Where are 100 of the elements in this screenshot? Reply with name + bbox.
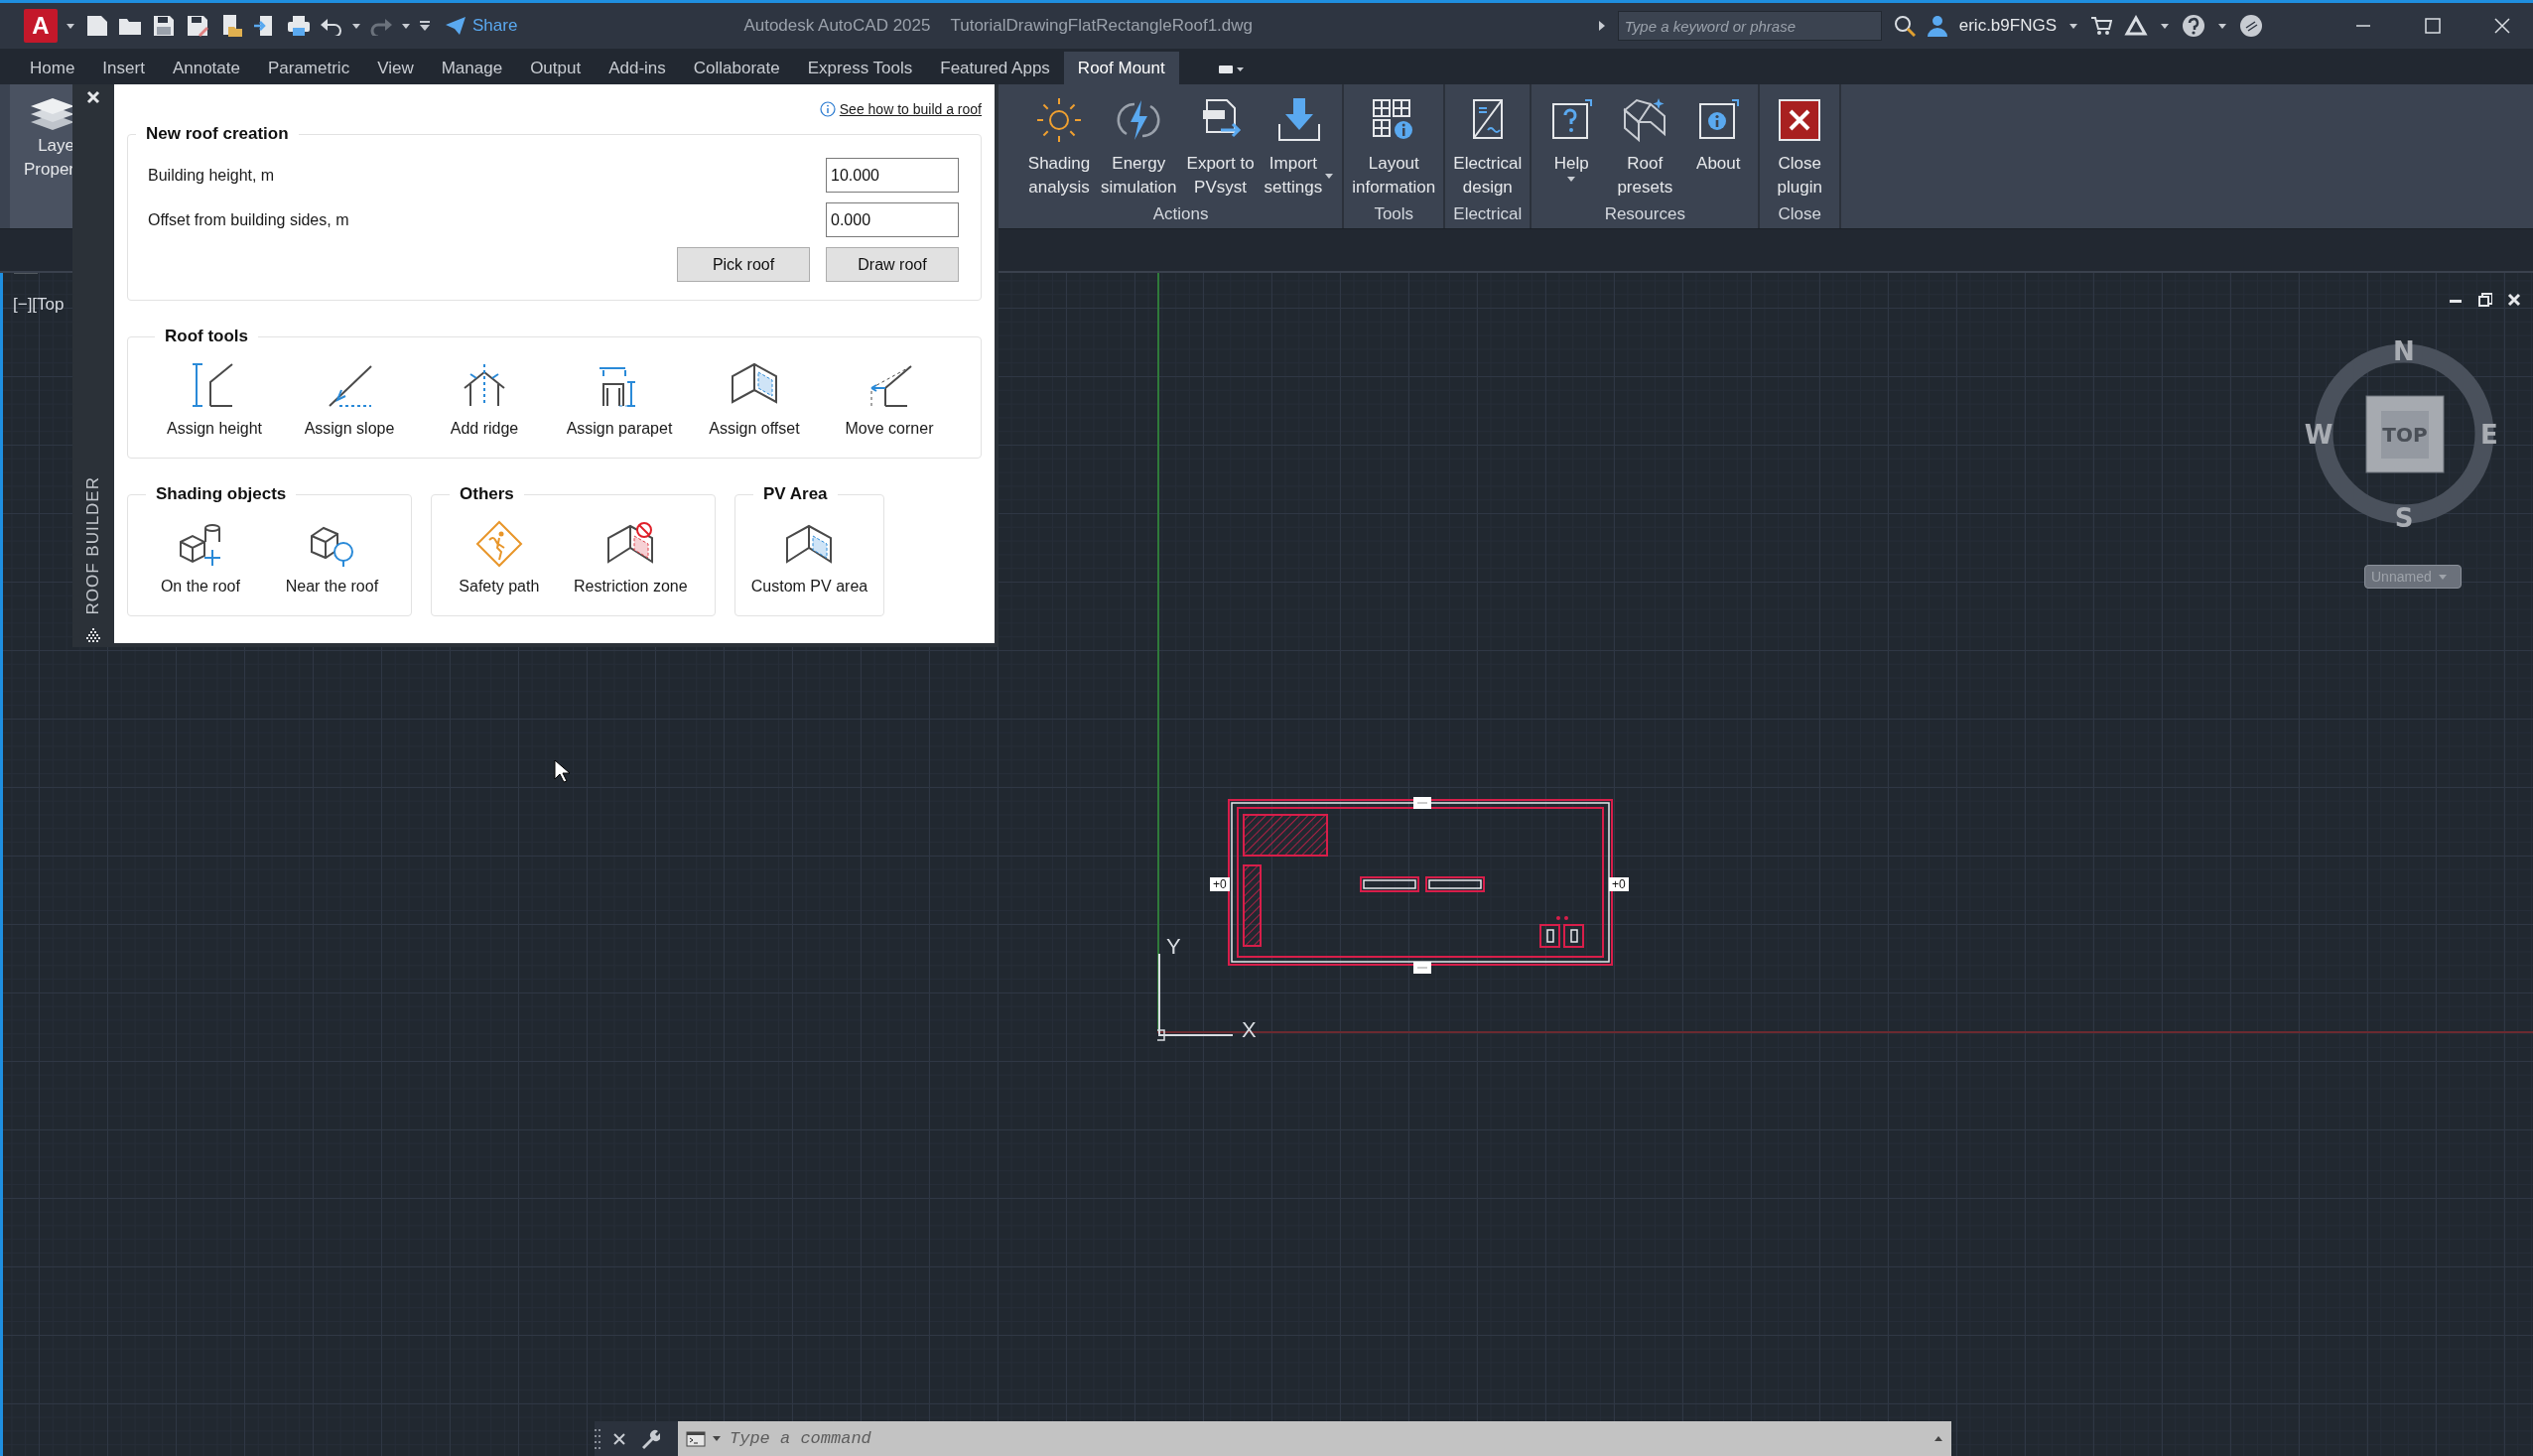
section-title: Roof tools	[164, 327, 250, 346]
terminal-icon	[686, 1430, 706, 1447]
panel-title: Resources	[1604, 204, 1685, 225]
grip-icon[interactable]	[1413, 962, 1431, 974]
ribbon-tab[interactable]: Annotate	[158, 52, 254, 84]
workspace-toggle-icon[interactable]	[1218, 65, 1245, 74]
ribbon-tab[interactable]: Home	[16, 52, 89, 84]
tool-button[interactable]: Move corner	[822, 362, 957, 438]
customize-caret-icon[interactable]	[419, 20, 431, 32]
panel-title: Close	[1778, 204, 1821, 225]
axis-label: X	[1242, 1017, 1257, 1043]
ribbon-tab[interactable]: Add-ins	[595, 52, 680, 84]
grip-icon[interactable]	[1413, 797, 1431, 809]
tool-button[interactable]: Assign parapet	[552, 362, 687, 438]
section-title: PV Area	[762, 484, 829, 504]
input-field[interactable]: 0.000	[826, 202, 959, 237]
ribbon-tab[interactable]: Featured Apps	[926, 52, 1064, 84]
palette-title: ROOF BUILDER	[83, 476, 103, 615]
help-link[interactable]: See how to build a roof	[839, 101, 982, 117]
user-icon[interactable]	[1927, 15, 1947, 37]
caret-icon	[712, 1435, 722, 1442]
printer-icon[interactable]	[286, 13, 312, 39]
panel-title: Electrical	[1453, 204, 1523, 225]
caret-icon[interactable]	[1324, 172, 1335, 180]
ribbon-button[interactable]: Export to PVsyst	[1182, 88, 1259, 204]
viewport-controls[interactable]: [−][Top	[13, 295, 65, 315]
expand-arrow-icon[interactable]	[1597, 20, 1606, 32]
panel-title: Actions	[1152, 204, 1209, 225]
ribbon-button[interactable]: Help	[1535, 88, 1608, 204]
compass-direction[interactable]: N	[2393, 336, 2415, 366]
grip-handle-icon[interactable]	[595, 1427, 600, 1450]
dots-pattern-icon[interactable]	[85, 627, 101, 643]
tool-button[interactable]: On the roof	[160, 520, 240, 596]
command-line-field[interactable]: Type a command	[678, 1421, 1951, 1456]
ribbon-button[interactable]: About	[1682, 88, 1755, 204]
caret-icon[interactable]	[66, 22, 75, 30]
ribbon-tab[interactable]: Insert	[88, 52, 159, 84]
layer-properties-button[interactable]: Laye Proper	[10, 84, 74, 228]
mouse-pointer-icon	[554, 759, 570, 783]
share-button[interactable]: Share	[445, 16, 518, 36]
close-icon[interactable]	[612, 1431, 626, 1446]
wrench-icon[interactable]	[640, 1428, 660, 1449]
caret-icon[interactable]	[2160, 22, 2170, 30]
ribbon-button[interactable]: Roof presets	[1609, 88, 1681, 204]
file-name: TutorialDrawingFlatRectangleRoof1.dwg	[950, 16, 1254, 36]
field-label: Building height, m	[148, 166, 276, 185]
redo-arrow-icon[interactable]	[369, 16, 393, 36]
ribbon-tab[interactable]: Express Tools	[793, 52, 927, 84]
paper-plane-icon	[445, 16, 467, 36]
close-icon[interactable]	[2493, 17, 2511, 35]
ribbon-tab[interactable]: Collaborate	[679, 52, 794, 84]
field-label: Offset from building sides, m	[148, 210, 350, 229]
caret-icon[interactable]	[401, 22, 411, 30]
tool-button[interactable]: Near the roof	[285, 520, 379, 596]
caret-up-icon	[1933, 1435, 1943, 1442]
tool-button[interactable]: Assign height	[147, 362, 282, 438]
restore-icon[interactable]	[2478, 293, 2492, 307]
help-icon[interactable]	[2182, 14, 2205, 38]
cart-icon[interactable]	[2090, 16, 2112, 36]
caret-icon[interactable]	[1566, 176, 1577, 183]
tool-button[interactable]: Assign offset	[687, 362, 822, 438]
axis-label: Y	[1166, 934, 1181, 960]
app-menu-button[interactable]: A	[24, 9, 58, 43]
ribbon-button[interactable]: Shading analysis	[1023, 88, 1095, 204]
close-icon[interactable]	[86, 90, 100, 104]
undo-arrow-icon[interactable]	[320, 16, 343, 36]
ribbon-button[interactable]: Import settings	[1260, 88, 1339, 204]
caret-icon[interactable]	[351, 22, 361, 30]
tool-button[interactable]: Add ridge	[417, 362, 552, 438]
ribbon-tab[interactable]: Output	[516, 52, 596, 84]
ribbon-button[interactable]: Electrical design	[1449, 88, 1527, 204]
search-icon[interactable]	[1893, 15, 1916, 37]
ribbon-button[interactable]: Close plugin	[1764, 88, 1836, 204]
caret-icon[interactable]	[2217, 22, 2227, 30]
ribbon-tab[interactable]: Roof Mount	[1063, 52, 1179, 84]
action-button[interactable]: Pick roof	[677, 247, 810, 282]
tool-button[interactable]: Assign slope	[282, 362, 417, 438]
caret-icon[interactable]	[2068, 22, 2078, 30]
section-title: Shading objects	[155, 484, 288, 504]
floppy-pencil-icon[interactable]	[185, 13, 210, 39]
ribbon-button[interactable]: Layout information	[1348, 88, 1440, 204]
tool-button[interactable]: Safety path	[459, 520, 540, 596]
edge-tag[interactable]: +0	[1210, 877, 1230, 891]
close-icon[interactable]	[2507, 293, 2521, 307]
edge-tag[interactable]: +0	[1609, 877, 1629, 891]
caret-icon	[2437, 573, 2448, 581]
tool-button[interactable]: Custom PV area	[750, 520, 868, 596]
maximize-icon[interactable]	[2424, 17, 2442, 35]
ribbon-tab[interactable]: Parametric	[253, 52, 364, 84]
search-field[interactable]: Type a keyword or phrase	[1617, 11, 1882, 41]
ribbon-button[interactable]: Energy simulation	[1097, 88, 1181, 204]
action-button[interactable]: Draw roof	[826, 247, 959, 282]
user-name[interactable]: eric.b9FNGS	[1958, 16, 2057, 36]
ribbon-tab[interactable]: View	[363, 52, 428, 84]
compass-direction[interactable]: S	[2394, 503, 2414, 533]
ribbon-tab[interactable]: Manage	[427, 52, 517, 84]
tool-button[interactable]: Restriction zone	[573, 520, 688, 596]
compass-direction[interactable]: W	[2304, 420, 2333, 450]
compass-direction[interactable]: E	[2480, 420, 2498, 450]
input-field[interactable]: 10.000	[826, 158, 959, 193]
